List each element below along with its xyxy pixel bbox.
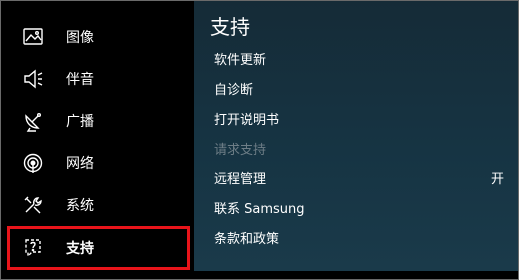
settings-screen: 图像 伴音 广播 网络 系统 支持 支持 软件更新 自诊断 打开说明书 请求支持… [0,0,519,280]
satellite-dish-icon [20,108,46,134]
remote-management-value: 开 [490,171,504,187]
menu-item-label: 打开说明书 [214,112,280,128]
menu-item-self-diagnosis[interactable]: 自诊断 [214,77,504,99]
menu-item-open-manual[interactable]: 打开说明书 [214,107,504,129]
menu-item-label: 联系 Samsung [214,201,305,217]
sidebar-item-label: 网络 [66,156,94,172]
sidebar-item-label: 图像 [66,30,94,46]
network-icon [20,150,46,176]
menu-item-label: 请求支持 [214,142,267,158]
menu-item-request-support: 请求支持 [214,137,504,159]
help-icon [20,235,46,261]
sidebar-item-sound[interactable]: 伴音 [7,59,190,99]
sidebar-item-system[interactable]: 系统 [7,185,190,225]
menu-item-contact-samsung[interactable]: 联系 Samsung [214,196,504,218]
sidebar-item-label: 支持 [66,241,94,257]
menu-item-software-update[interactable]: 软件更新 [214,47,504,69]
sidebar-item-label: 广播 [66,114,94,130]
menu-item-label: 自诊断 [214,82,254,98]
menu-item-terms-policy[interactable]: 条款和政策 [214,226,504,248]
sidebar-item-label: 伴音 [66,72,94,88]
tools-icon [20,192,46,218]
speaker-icon [20,66,46,92]
panel-title: 支持 [210,15,250,39]
sidebar-item-network[interactable]: 网络 [7,143,190,183]
menu-item-label: 远程管理 [214,171,267,187]
support-panel: 支持 软件更新 自诊断 打开说明书 请求支持 远程管理 开 联系 Samsung… [194,1,518,271]
settings-sidebar: 图像 伴音 广播 网络 系统 支持 [1,1,194,279]
menu-item-label: 软件更新 [214,52,267,68]
menu-item-label: 条款和政策 [214,231,280,247]
sidebar-item-picture[interactable]: 图像 [7,17,190,57]
picture-icon [20,24,46,50]
sidebar-item-support[interactable]: 支持 [7,226,190,270]
sidebar-item-label: 系统 [66,198,94,214]
sidebar-item-broadcast[interactable]: 广播 [7,101,190,141]
menu-item-remote-management[interactable]: 远程管理 开 [214,166,504,188]
